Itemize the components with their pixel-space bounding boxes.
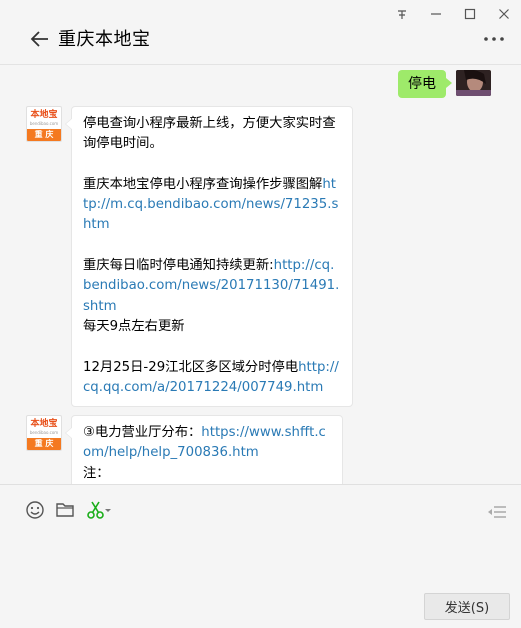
- message-line: 重庆本地宝停电小程序查询操作步骤图解http://m.cq.bendibao.c…: [83, 176, 339, 233]
- message-line: ③电力营业厅分布：https://www.shfft.com/help/help…: [83, 425, 326, 461]
- window-controls: [385, 0, 521, 28]
- user-avatar[interactable]: [456, 70, 491, 96]
- message-line: 12月25日-29江北区多区域分时停电http://cq.qq.com/a/20…: [83, 359, 339, 395]
- message-line: 每天9点左右更新: [83, 318, 185, 334]
- back-arrow-icon[interactable]: [30, 29, 50, 49]
- folder-icon[interactable]: [54, 499, 76, 521]
- sent-bubble[interactable]: 停电: [398, 70, 452, 98]
- input-area[interactable]: 发送(S): [0, 484, 521, 628]
- message-line: 注：: [83, 465, 110, 481]
- message-line: 重庆每日临时停电通知持续更新:http://cq.bendibao.com/ne…: [83, 258, 340, 314]
- message-bubble[interactable]: 停电查询小程序最新上线，方便大家实时查询停电时间。 重庆本地宝停电小程序查询操作…: [65, 106, 353, 408]
- bendibao-avatar[interactable]: 本地宝 bendibao.com 重 庆: [26, 415, 62, 451]
- message-line: 停电查询小程序最新上线，方便大家实时查询停电时间。: [83, 116, 336, 152]
- bendibao-avatar[interactable]: 本地宝 bendibao.com 重 庆: [26, 106, 62, 142]
- pin-icon[interactable]: [385, 0, 419, 28]
- message-list[interactable]: 停电 本地宝 bendibao.com 重 庆 停电查询小程序最新上线，方便大家…: [0, 66, 521, 484]
- chat-title: 重庆本地宝: [58, 29, 151, 50]
- close-icon[interactable]: [487, 0, 521, 28]
- send-button[interactable]: 发送(S): [424, 593, 510, 620]
- sent-text: 停电: [408, 76, 436, 92]
- emoji-icon[interactable]: [24, 499, 46, 521]
- received-message: 本地宝 bendibao.com 重 庆 ③电力营业厅分布：https://ww…: [26, 415, 343, 484]
- more-options-icon[interactable]: [483, 34, 505, 44]
- received-message: 本地宝 bendibao.com 重 庆 停电查询小程序最新上线，方便大家实时查…: [26, 106, 353, 408]
- sent-message: 停电: [398, 70, 491, 98]
- scissors-icon[interactable]: [84, 499, 114, 521]
- message-bubble[interactable]: ③电力营业厅分布：https://www.shfft.com/help/help…: [65, 415, 343, 484]
- minimize-icon[interactable]: [419, 0, 453, 28]
- maximize-icon[interactable]: [453, 0, 487, 28]
- chat-history-icon[interactable]: [487, 504, 507, 523]
